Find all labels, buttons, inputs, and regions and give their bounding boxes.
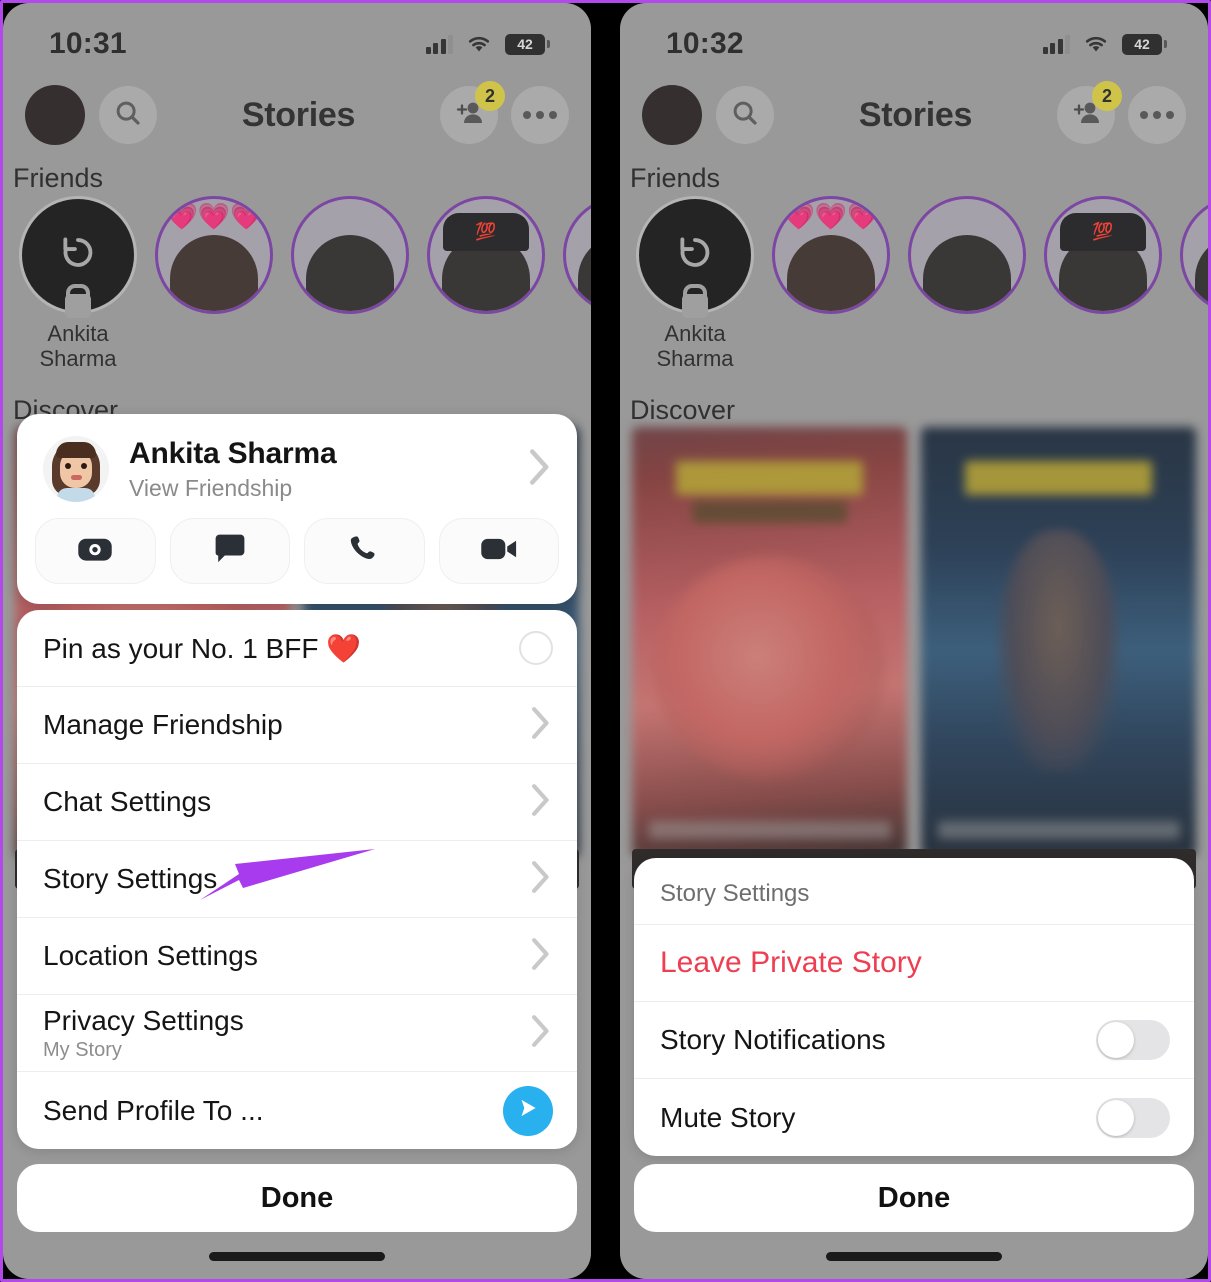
option-label: Send Profile To ... <box>43 1094 264 1126</box>
call-action-button[interactable] <box>304 518 425 584</box>
option-label: Chat Settings <box>43 786 212 817</box>
option-label: Pin as your No. 1 BFF ❤️ <box>43 632 362 664</box>
chat-bubble-icon <box>213 533 247 570</box>
hearts-decoration-icon: 💗💗💗 <box>165 201 263 231</box>
mute-story-toggle[interactable] <box>1096 1097 1170 1138</box>
option-label: Privacy Settings <box>43 1004 244 1036</box>
friend-options-list: Pin as your No. 1 BFF ❤️ Manage Friendsh… <box>17 610 577 1149</box>
hundred-cap-icon: 💯 <box>443 213 529 251</box>
option-story-settings[interactable]: Story Settings <box>17 841 577 918</box>
chevron-right-icon <box>529 859 553 900</box>
profile-header-row[interactable]: Ankita Sharma View Friendship <box>17 414 577 516</box>
option-label: Story Settings <box>43 863 218 894</box>
profile-name-block: Ankita Sharma View Friendship <box>129 437 507 502</box>
option-manage-friendship[interactable]: Manage Friendship <box>17 687 577 764</box>
home-indicator <box>826 1252 1002 1261</box>
view-friendship-label: View Friendship <box>129 474 293 501</box>
phone-panel-right: 10:32 42 Stories 2 Friends Ankita Sharma… <box>620 3 1208 1279</box>
story-notifications-toggle[interactable] <box>1096 1020 1170 1060</box>
chevron-right-icon <box>529 782 553 823</box>
camera-icon <box>77 533 113 570</box>
story-settings-header: Story Settings <box>634 858 1194 925</box>
avatar <box>43 436 109 502</box>
done-button[interactable]: Done <box>634 1164 1194 1232</box>
hearts-decoration-icon: 💗💗💗 <box>782 201 880 231</box>
option-label: Location Settings <box>43 940 258 971</box>
send-arrow-icon <box>515 1095 541 1126</box>
profile-action-row <box>17 516 577 588</box>
option-label: Manage Friendship <box>43 709 283 740</box>
chevron-right-icon <box>527 447 553 492</box>
chevron-right-icon <box>529 1013 553 1054</box>
hundred-cap-icon: 💯 <box>1060 213 1146 251</box>
option-label: Mute Story <box>660 1101 796 1133</box>
video-action-button[interactable] <box>438 518 559 584</box>
option-label: Leave Private Story <box>660 946 922 979</box>
option-story-notifications[interactable]: Story Notifications <box>634 1002 1194 1079</box>
option-leave-private-story[interactable]: Leave Private Story <box>634 925 1194 1002</box>
screenshot-canvas: 10:31 42 Stories 2 Friends Ankita Sharma… <box>0 0 1211 1282</box>
option-privacy-settings[interactable]: Privacy Settings My Story <box>17 995 577 1072</box>
phone-icon <box>348 533 380 570</box>
home-indicator <box>209 1252 385 1261</box>
option-mute-story[interactable]: Mute Story <box>634 1079 1194 1156</box>
story-settings-sheet: Story Settings Leave Private Story Story… <box>634 858 1194 1156</box>
chevron-right-icon <box>529 936 553 977</box>
done-button[interactable]: Done <box>17 1164 577 1232</box>
video-camera-icon <box>480 534 518 569</box>
option-sublabel: My Story <box>43 1038 122 1061</box>
option-chat-settings[interactable]: Chat Settings <box>17 764 577 841</box>
profile-display-name: Ankita Sharma <box>129 436 337 470</box>
pin-bff-radio[interactable] <box>519 631 553 665</box>
chevron-right-icon <box>529 705 553 746</box>
chat-action-button[interactable] <box>169 518 290 584</box>
option-label: Story Notifications <box>660 1024 886 1055</box>
option-location-settings[interactable]: Location Settings <box>17 918 577 995</box>
send-button[interactable] <box>503 1085 553 1136</box>
option-send-profile-to[interactable]: Send Profile To ... <box>17 1072 577 1149</box>
option-pin-bff[interactable]: Pin as your No. 1 BFF ❤️ <box>17 610 577 687</box>
phone-panel-left: 10:31 42 Stories 2 Friends Ankita Sharma… <box>3 3 591 1279</box>
camera-action-button[interactable] <box>35 518 156 584</box>
profile-card: Ankita Sharma View Friendship <box>17 414 577 604</box>
